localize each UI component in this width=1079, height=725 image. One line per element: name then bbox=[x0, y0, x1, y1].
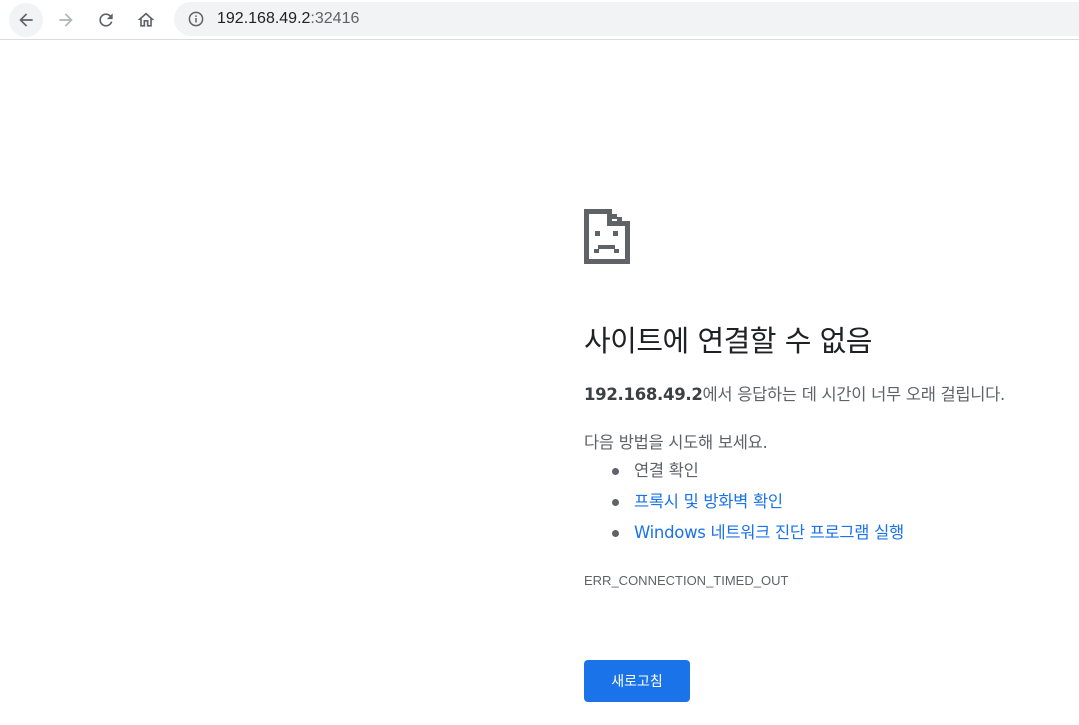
home-icon bbox=[137, 12, 155, 27]
url-port: :32416 bbox=[310, 10, 360, 27]
error-summary: 192.168.49.2에서 응답하는 데 시간이 너무 오래 걸립니다. bbox=[584, 381, 1079, 405]
suggestion-check-connection: 연결 확인 bbox=[584, 458, 904, 489]
reload-toolbar-button[interactable] bbox=[89, 3, 123, 37]
summary-host: 192.168.49.2 bbox=[584, 385, 703, 404]
sad-page-icon bbox=[584, 209, 630, 264]
url-text[interactable]: 192.168.49.2:32416 bbox=[217, 10, 359, 28]
url-host: 192.168.49.2 bbox=[217, 10, 311, 27]
reload-icon bbox=[99, 13, 113, 27]
back-arrow-icon bbox=[19, 13, 33, 27]
forward-arrow-icon bbox=[59, 13, 73, 27]
suggestion-run-diagnostics: Windows 네트워크 진단 프로그램 실행 bbox=[584, 520, 904, 551]
forward-button[interactable] bbox=[49, 3, 83, 37]
suggestions-title: 다음 방법을 시도해 보세요. bbox=[584, 433, 768, 452]
check-proxy-firewall-link[interactable]: 프록시 및 방화벽 확인 bbox=[634, 492, 783, 511]
suggestion-check-proxy-firewall: 프록시 및 방화벽 확인 bbox=[584, 489, 904, 520]
error-code: ERR_CONNECTION_TIMED_OUT bbox=[584, 573, 789, 588]
summary-text: 에서 응답하는 데 시간이 너무 오래 걸립니다. bbox=[702, 385, 1006, 404]
info-icon[interactable] bbox=[188, 11, 204, 27]
suggestions-list: 연결 확인 프록시 및 방화벽 확인 Windows 네트워크 진단 프로그램 … bbox=[584, 458, 904, 551]
address-bar[interactable]: 192.168.49.2:32416 bbox=[174, 2, 1079, 36]
back-button[interactable] bbox=[9, 3, 43, 37]
error-heading: 사이트에 연결할 수 없음 bbox=[584, 324, 872, 358]
run-network-diagnostics-link[interactable]: Windows 네트워크 진단 프로그램 실행 bbox=[634, 523, 904, 542]
browser-toolbar: 192.168.49.2:32416 bbox=[0, 0, 1079, 40]
home-button[interactable] bbox=[129, 3, 163, 37]
reload-button[interactable]: 새로고침 bbox=[584, 660, 690, 702]
suggestion-label: 연결 확인 bbox=[634, 461, 699, 480]
